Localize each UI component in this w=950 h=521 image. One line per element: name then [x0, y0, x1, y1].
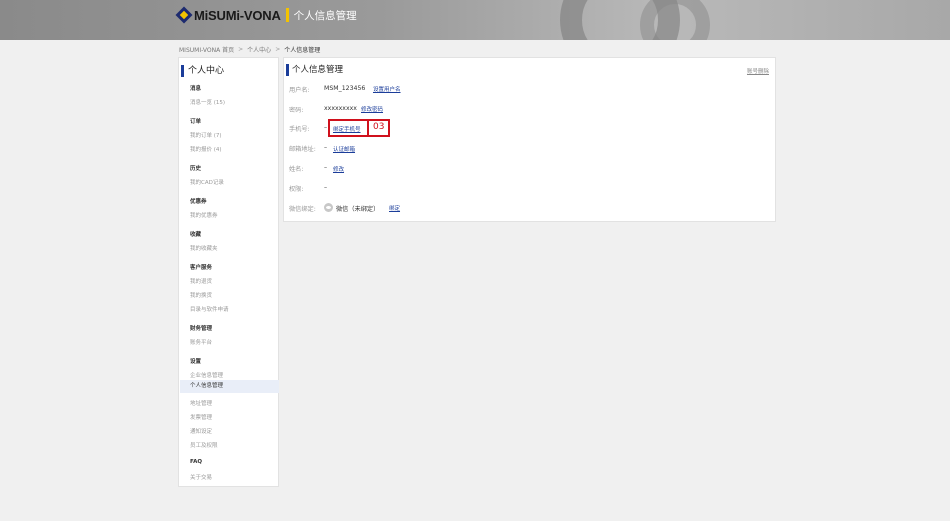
sidebar-group-messages: 消息 [190, 86, 202, 92]
sidebar-item-personal-info[interactable]: 个人信息管理 [180, 380, 279, 393]
delete-account-link[interactable]: 账号删除 [747, 67, 769, 75]
breadcrumb-separator: > [275, 46, 281, 53]
wechat-icon [324, 203, 333, 212]
sidebar-item-billing-platform[interactable]: 账务平台 [190, 338, 212, 346]
sidebar-item-invoice[interactable]: 发票管理 [190, 413, 212, 421]
phone-label: 手机号: [289, 126, 310, 133]
sidebar-item-company-info[interactable]: 企业信息管理 [190, 371, 223, 379]
verify-email-link[interactable]: 认证邮箱 [333, 145, 355, 153]
logo-icon [175, 6, 193, 24]
phone-value: – [324, 124, 328, 131]
edit-name-link[interactable]: 修改 [333, 165, 344, 173]
sidebar-group-finance: 财务管理 [190, 326, 213, 332]
personal-info-panel: 个人信息管理 账号删除 用户名: MSM_123456 设置用户名 密码: xx… [283, 57, 776, 222]
annotation-number: 03 [373, 122, 385, 132]
sidebar-item-about-trading[interactable]: 关于交易 [190, 473, 212, 481]
sidebar-item-catalog-request[interactable]: 目录与软件申请 [190, 305, 229, 313]
sidebar-item-address[interactable]: 地址管理 [190, 399, 212, 407]
sidebar-title: 个人中心 [181, 65, 224, 77]
sidebar-group-customer-service: 客户服务 [190, 265, 213, 271]
panel-title: 个人信息管理 [286, 64, 343, 76]
gear-decoration-small [640, 0, 710, 40]
name-value: – [324, 164, 328, 171]
sidebar-item-my-favorites[interactable]: 我的收藏夹 [190, 244, 218, 252]
wechat-label: 微信绑定: [289, 206, 316, 213]
breadcrumb-separator: > [238, 46, 244, 53]
sidebar-item-my-quotes[interactable]: 我的报价 (4) [190, 145, 222, 153]
sidebar-item-my-coupons[interactable]: 我的优惠券 [190, 211, 218, 219]
permission-label: 权限: [289, 186, 304, 193]
sidebar-group-history: 历史 [190, 166, 202, 172]
change-password-link[interactable]: 修改密码 [361, 105, 383, 113]
site-header: MiSUMi-VONA 个人信息管理 [0, 0, 950, 40]
set-username-link[interactable]: 设置用户名 [373, 85, 401, 93]
sidebar-group-faq: FAQ [190, 459, 203, 465]
sidebar: 个人中心 消息 消息一览 (15) 订单 我的订单 (7) 我的报价 (4) 历… [178, 57, 279, 487]
sidebar-group-coupons: 优惠券 [190, 199, 207, 205]
password-value: xxxxxxxxx [324, 105, 357, 112]
sidebar-item-returns[interactable]: 我的退货 [190, 277, 212, 285]
brand-name: MiSUMi-VONA [194, 7, 281, 23]
brand[interactable]: MiSUMi-VONA 个人信息管理 [175, 6, 357, 24]
username-value: MSM_123456 [324, 85, 366, 92]
sidebar-group-settings: 设置 [190, 359, 202, 365]
sidebar-item-message-list[interactable]: 消息一览 (15) [190, 98, 225, 106]
breadcrumb-home[interactable]: MISUMI-VONA 首页 [179, 45, 234, 54]
password-label: 密码: [289, 107, 304, 114]
sidebar-group-favorites: 收藏 [190, 232, 202, 238]
sidebar-item-employees[interactable]: 员工及权限 [190, 441, 218, 449]
sidebar-group-orders: 订单 [190, 119, 202, 125]
sidebar-item-exchanges[interactable]: 我的换货 [190, 291, 212, 299]
wechat-value: 微信（未绑定） [336, 206, 380, 213]
sidebar-item-cad-history[interactable]: 我的CAD记录 [190, 178, 224, 186]
email-value: – [324, 144, 328, 151]
name-label: 姓名: [289, 166, 304, 173]
breadcrumb: MISUMI-VONA 首页 > 个人中心 > 个人信息管理 [179, 45, 320, 54]
breadcrumb-current: 个人信息管理 [284, 47, 321, 54]
header-title: 个人信息管理 [293, 9, 357, 22]
email-label: 邮箱地址: [289, 146, 316, 153]
annotation-divider [367, 119, 369, 137]
permission-value: – [324, 184, 328, 191]
sidebar-item-my-orders[interactable]: 我的订单 (7) [190, 131, 222, 139]
username-label: 用户名: [289, 87, 310, 94]
bind-wechat-link[interactable]: 绑定 [389, 204, 400, 212]
breadcrumb-personal-center[interactable]: 个人中心 [247, 45, 271, 54]
brand-divider [285, 8, 289, 22]
sidebar-item-notifications[interactable]: 通知设定 [190, 427, 212, 435]
